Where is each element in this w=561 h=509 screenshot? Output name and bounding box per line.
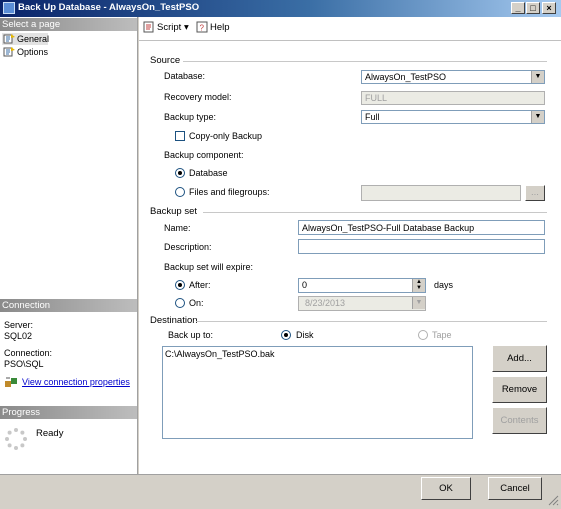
chevron-down-icon: ▾: [183, 22, 189, 33]
divider: [183, 61, 547, 62]
cancel-button[interactable]: Cancel: [488, 477, 542, 500]
expire-date-picker: 8/23/2013 ▼: [298, 296, 426, 311]
tape-radio: [418, 330, 428, 340]
component-files-radio[interactable]: [175, 187, 185, 197]
sidebar-item-label: General: [17, 34, 50, 44]
back-up-to-label: Back up to:: [168, 330, 214, 340]
source-group-label: Source: [150, 55, 181, 66]
page-icon: [3, 34, 15, 44]
expire-on-label: On:: [189, 298, 204, 308]
chevron-down-icon: ▼: [531, 71, 544, 83]
progress-header: Progress: [0, 406, 137, 419]
help-icon: ?: [196, 21, 208, 33]
page-icon: [3, 47, 15, 57]
view-connection-properties-link[interactable]: View connection properties: [22, 377, 130, 387]
connection-value: PSO\SQL: [4, 359, 44, 369]
backup-type-value: Full: [365, 112, 380, 122]
dialog-footer: [0, 474, 561, 509]
script-button[interactable]: Script ▾: [157, 22, 189, 33]
progress-status: Ready: [36, 428, 64, 439]
description-label: Description:: [164, 242, 212, 252]
database-select[interactable]: AlwaysOn_TestPSO ▼: [361, 70, 545, 84]
destination-list[interactable]: C:\AlwaysOn_TestPSO.bak: [162, 346, 473, 439]
svg-text:?: ?: [200, 24, 205, 33]
resize-grip-icon[interactable]: [547, 494, 559, 506]
server-label: Server:: [4, 320, 34, 330]
backup-type-select[interactable]: Full ▼: [361, 110, 545, 124]
expire-after-radio[interactable]: [175, 280, 185, 290]
divider: [196, 321, 547, 322]
remove-button[interactable]: Remove: [492, 376, 547, 403]
close-button[interactable]: ×: [542, 2, 556, 14]
chevron-down-icon: ▼: [412, 297, 425, 309]
expire-on-radio[interactable]: [175, 298, 185, 308]
server-value: SQL02: [4, 331, 33, 341]
add-button[interactable]: Add...: [492, 345, 547, 372]
spinner-arrows-icon: ▲ ▼: [412, 279, 425, 292]
component-files-label: Files and filegroups:: [189, 187, 270, 197]
ok-button[interactable]: OK: [421, 477, 471, 500]
copy-only-checkbox[interactable]: [175, 131, 185, 141]
backup-set-group-label: Backup set: [150, 206, 197, 217]
backup-name-input[interactable]: [298, 220, 545, 235]
component-database-label: Database: [189, 168, 228, 178]
minimize-button[interactable]: _: [511, 2, 525, 14]
name-label: Name:: [164, 223, 191, 233]
select-page-header: Select a page: [0, 18, 137, 31]
disk-label: Disk: [296, 330, 314, 340]
recovery-model-label: Recovery model:: [164, 92, 232, 102]
backup-expire-label: Backup set will expire:: [164, 262, 254, 272]
filegroups-browse-button[interactable]: ...: [525, 185, 545, 201]
expire-date-value: 8/23/2013: [305, 298, 346, 308]
expire-days-spinner[interactable]: 0 ▲ ▼: [298, 278, 426, 293]
divider: [203, 212, 547, 213]
recovery-model-field: FULL: [361, 91, 545, 105]
filegroups-field: [361, 185, 521, 201]
connection-label: Connection:: [4, 348, 53, 358]
help-button[interactable]: Help: [210, 22, 230, 33]
list-item[interactable]: C:\AlwaysOn_TestPSO.bak: [165, 349, 275, 359]
sidebar-item-options[interactable]: Options: [2, 46, 48, 58]
connection-properties-icon: [5, 377, 17, 387]
sidebar-item-label: Options: [17, 47, 49, 57]
script-icon: [143, 21, 154, 33]
window-title: Back Up Database - AlwaysOn_TestPSO: [18, 2, 200, 13]
progress-spinner-icon: [5, 428, 27, 450]
left-pane: [0, 17, 138, 492]
connection-header: Connection: [0, 299, 137, 312]
description-input[interactable]: [298, 239, 545, 254]
database-icon: [3, 2, 15, 14]
database-value: AlwaysOn_TestPSO: [365, 72, 447, 82]
tape-label: Tape: [432, 330, 452, 340]
script-label: Script: [157, 22, 182, 33]
days-label: days: [434, 280, 454, 290]
expire-days-value: 0: [302, 280, 308, 290]
chevron-down-icon: ▼: [531, 111, 544, 123]
backup-type-label: Backup type:: [164, 112, 217, 122]
sidebar-item-general[interactable]: General: [2, 33, 50, 45]
database-label: Database:: [164, 71, 206, 81]
maximize-button[interactable]: □: [526, 2, 540, 14]
copy-only-label: Copy-only Backup: [189, 131, 263, 141]
contents-button[interactable]: Contents: [492, 407, 547, 434]
backup-component-label: Backup component:: [164, 150, 244, 160]
destination-group-label: Destination: [150, 315, 198, 326]
component-database-radio[interactable]: [175, 168, 185, 178]
expire-after-label: After:: [189, 280, 211, 290]
disk-radio[interactable]: [281, 330, 291, 340]
